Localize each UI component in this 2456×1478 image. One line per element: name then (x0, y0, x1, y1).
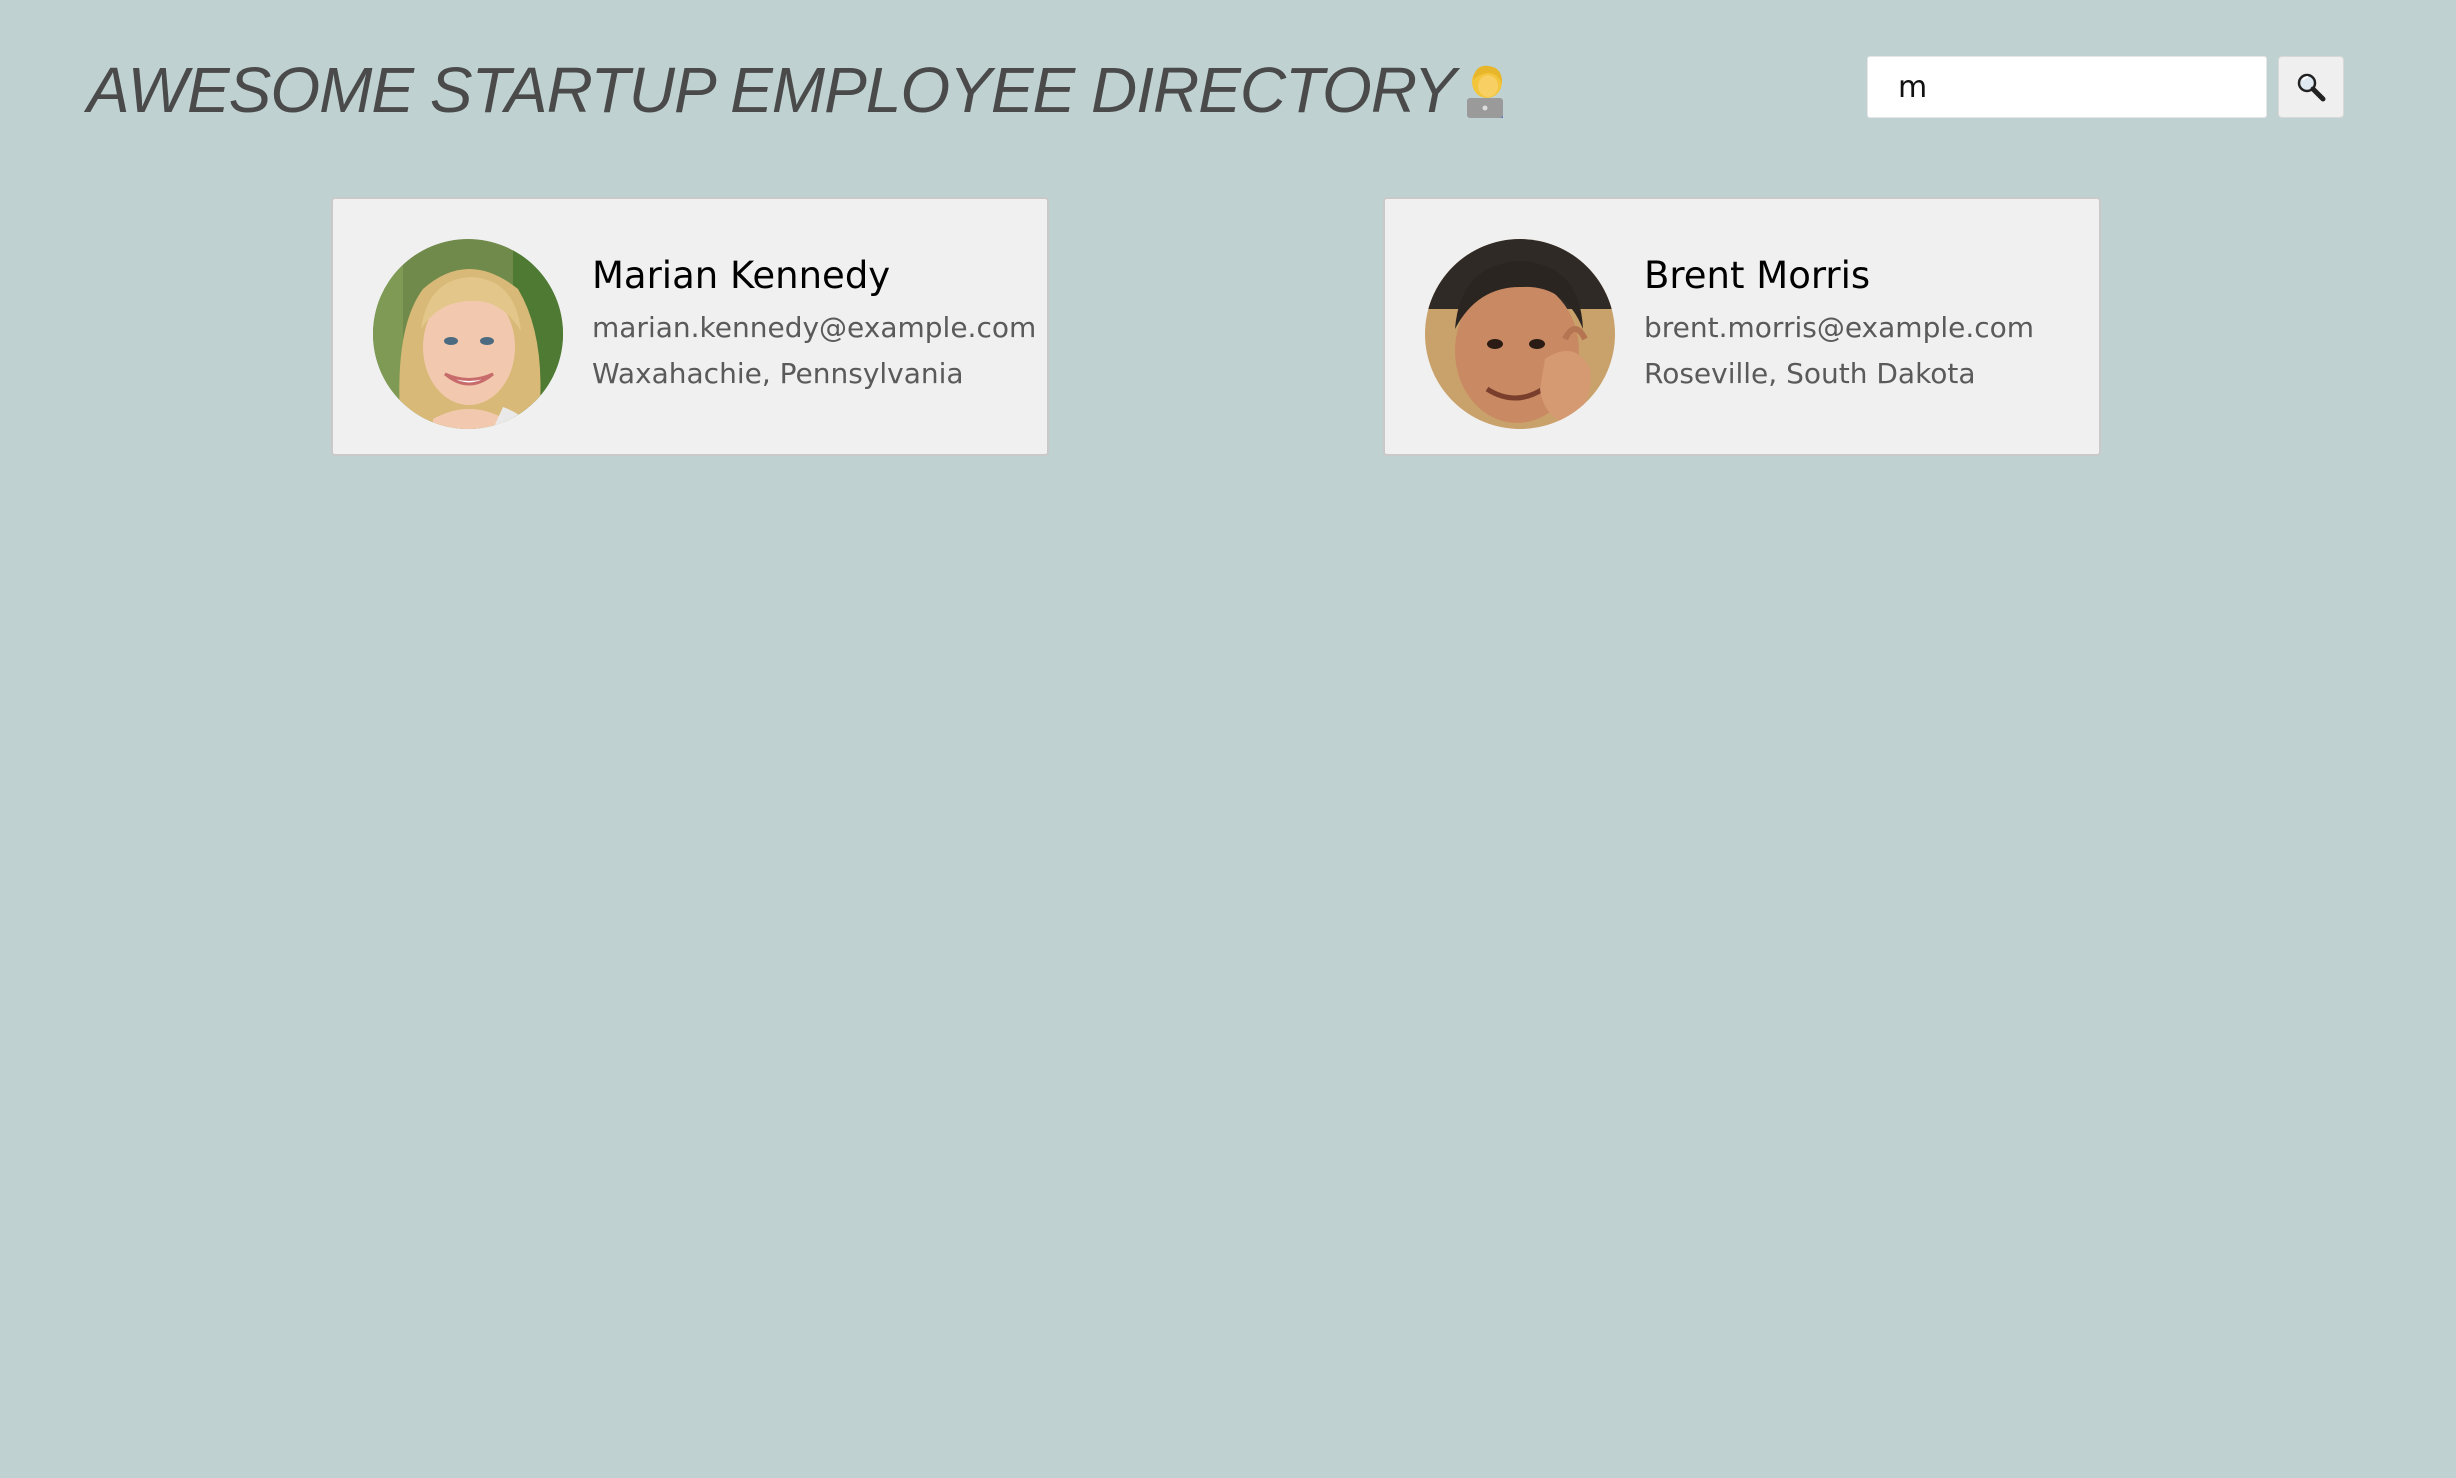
avatar (373, 239, 563, 429)
employee-name: Marian Kennedy (592, 254, 891, 297)
avatar-portrait-man (1425, 239, 1615, 429)
technologist-icon (1467, 65, 1504, 119)
page-header: AWESOME STARTUP EMPLOYEE DIRECTORY (0, 0, 2456, 180)
search-button[interactable] (2278, 56, 2344, 118)
employee-email: marian.kennedy@example.com (592, 311, 1037, 344)
employee-info: Marian Kennedy marian.kennedy@example.co… (592, 251, 1036, 397)
search-form (1867, 56, 2344, 118)
employee-info: Brent Morris brent.morris@example.com Ro… (1644, 251, 2034, 397)
search-icon (2297, 73, 2326, 102)
page-title-text: AWESOME STARTUP EMPLOYEE DIRECTORY (87, 54, 1456, 126)
employee-card[interactable]: Brent Morris brent.morris@example.com Ro… (1383, 197, 2101, 456)
employee-email: brent.morris@example.com (1644, 311, 2035, 344)
employee-location: Roseville, South Dakota (1644, 357, 1976, 390)
employee-name: Brent Morris (1644, 254, 1871, 297)
employee-location: Waxahachie, Pennsylvania (592, 357, 964, 390)
avatar (1425, 239, 1615, 429)
avatar-portrait-woman (373, 239, 563, 429)
employee-card[interactable]: Marian Kennedy marian.kennedy@example.co… (331, 197, 1049, 456)
page-title: AWESOME STARTUP EMPLOYEE DIRECTORY (87, 50, 1515, 130)
search-input[interactable] (1867, 56, 2267, 118)
